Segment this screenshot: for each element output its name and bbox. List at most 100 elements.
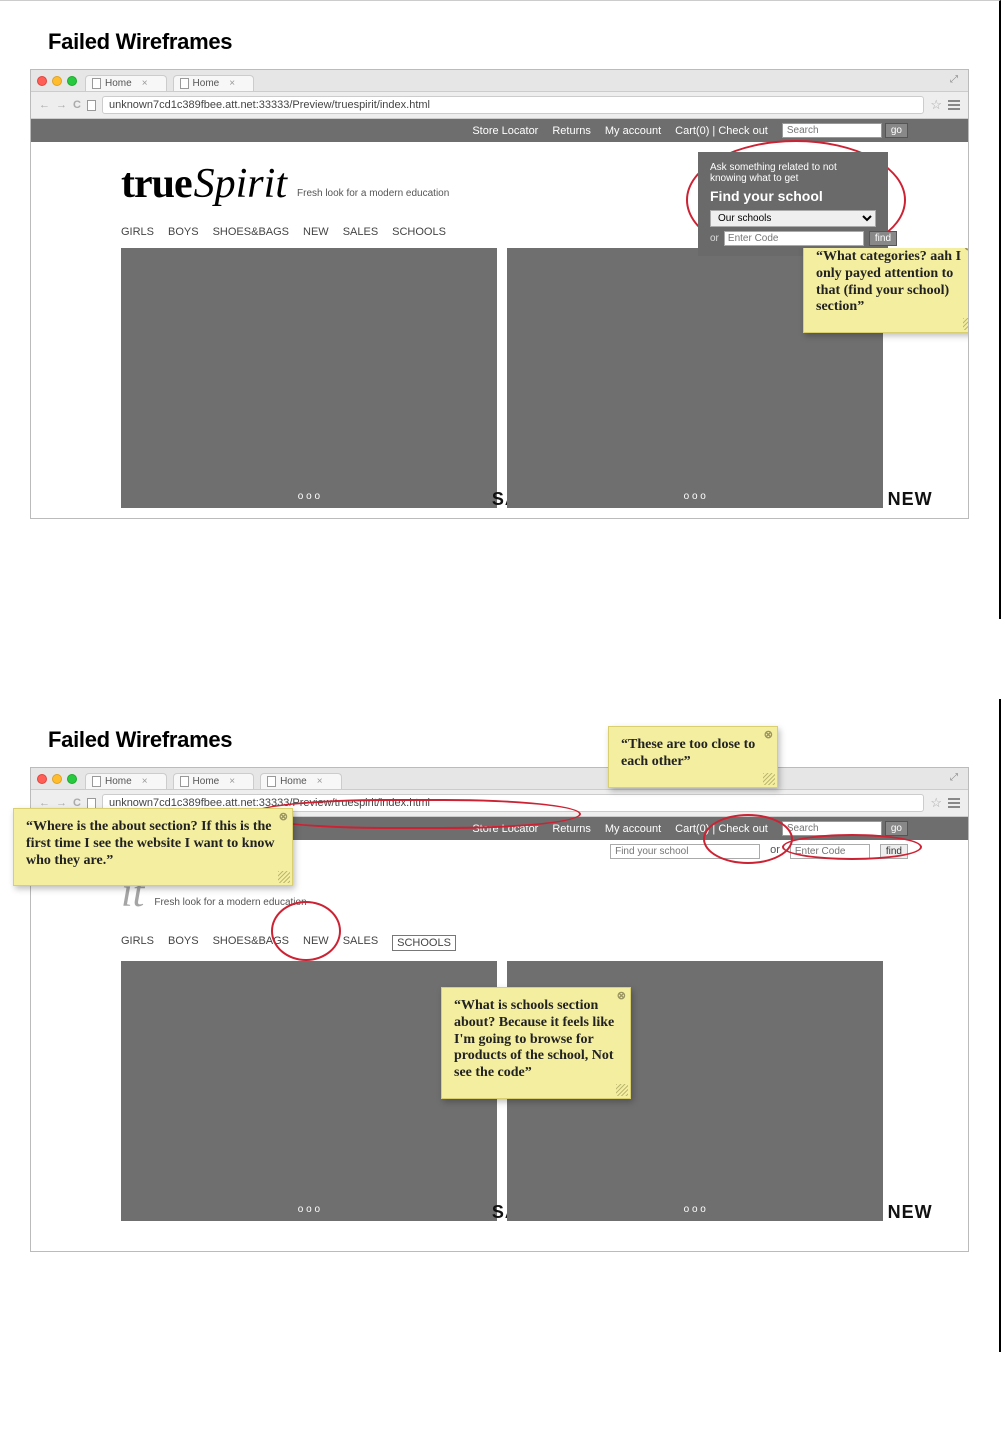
nav-item[interactable]: SHOES&BAGS <box>213 935 289 951</box>
find-button[interactable]: find <box>869 231 897 246</box>
nav-item[interactable]: SALES <box>343 226 378 238</box>
search-input[interactable] <box>782 821 882 836</box>
or-label: or <box>770 844 780 859</box>
carousel-dots[interactable]: o o o <box>298 491 320 502</box>
close-icon[interactable]: ⊗ <box>964 248 968 254</box>
sticky-text: “What is schools section about? Because … <box>454 998 614 1080</box>
find-school-title: Find your school <box>710 188 876 204</box>
browser-titlebar: Home× Home× Home× ⤢ <box>31 768 968 790</box>
window-controls[interactable] <box>37 774 77 784</box>
zoom-icon[interactable] <box>67 774 77 784</box>
util-link[interactable]: Store Locator <box>472 823 538 835</box>
zoom-icon[interactable] <box>67 76 77 86</box>
hero-row: o o o SALES o o o NEW ⊗ “What categories… <box>31 248 968 518</box>
nav-item-schools[interactable]: SCHOOLS <box>392 935 456 951</box>
search-go-button[interactable]: go <box>885 821 908 836</box>
resize-handle-icon[interactable] <box>763 773 775 785</box>
util-link[interactable]: Store Locator <box>472 125 538 137</box>
sticky-text: “These are too close to each other” <box>621 737 755 769</box>
find-school-input[interactable] <box>610 844 760 859</box>
forward-icon[interactable]: → <box>56 99 67 111</box>
bookmark-icon[interactable]: ☆ <box>930 97 942 113</box>
nav-item[interactable]: GIRLS <box>121 935 154 951</box>
util-link[interactable]: Returns <box>552 823 591 835</box>
browser-window-2: ⊗ “These are too close to each other” ⊗ … <box>30 767 969 1252</box>
page-icon <box>180 78 189 89</box>
school-dropdown[interactable]: Our schools <box>710 210 876 227</box>
sticky-note-about[interactable]: ⊗ “Where is the about section? If this i… <box>13 808 293 886</box>
util-link[interactable]: Cart(0) | Check out <box>675 125 768 137</box>
search-go-button[interactable]: go <box>885 123 908 138</box>
resize-handle-icon[interactable] <box>963 318 968 330</box>
nav-item[interactable]: BOYS <box>168 935 199 951</box>
nav-item[interactable]: BOYS <box>168 226 199 238</box>
bookmark-icon[interactable]: ☆ <box>930 795 942 811</box>
close-icon[interactable]: ⊗ <box>617 990 626 1003</box>
browser-tab[interactable]: Home× <box>173 773 255 789</box>
hero-label: NEW <box>888 1202 933 1223</box>
tab-close-icon[interactable]: × <box>229 78 235 89</box>
page-icon <box>92 78 101 89</box>
carousel-dots[interactable]: o o o <box>298 1204 320 1215</box>
tagline: Fresh look for a modern education <box>154 897 306 908</box>
browser-tab[interactable]: Home× <box>85 75 167 91</box>
browser-tab[interactable]: Home× <box>260 773 342 789</box>
slide-title: Failed Wireframes <box>48 727 969 753</box>
carousel-dots[interactable]: o o o <box>684 491 706 502</box>
minimize-icon[interactable] <box>52 76 62 86</box>
sticky-text: “Where is the about section? If this is … <box>26 819 274 868</box>
search-form: go <box>782 821 908 836</box>
close-icon[interactable] <box>37 76 47 86</box>
nav-item[interactable]: NEW <box>303 935 329 951</box>
nav-item[interactable]: GIRLS <box>121 226 154 238</box>
close-icon[interactable]: ⊗ <box>279 811 288 824</box>
address-input[interactable] <box>102 96 924 114</box>
resize-handle-icon[interactable] <box>278 871 290 883</box>
hero-image: o o o SALES <box>121 248 497 508</box>
site-logo[interactable]: trueSpirit <box>121 160 287 208</box>
minimize-icon[interactable] <box>52 774 62 784</box>
browser-window-1: Home× Home× ⤢ ← → C ☆ Store Locator Retu… <box>30 69 969 519</box>
util-link[interactable]: My account <box>605 125 661 137</box>
back-icon[interactable]: ← <box>39 99 50 111</box>
window-controls[interactable] <box>37 76 77 86</box>
fullscreen-icon[interactable]: ⤢ <box>950 74 962 86</box>
school-code-input[interactable] <box>724 231 864 246</box>
close-icon[interactable]: ⊗ <box>764 729 773 742</box>
school-code-input[interactable] <box>790 844 870 859</box>
find-school-callout: Ask something related to not knowing wha… <box>698 152 888 256</box>
or-label: or <box>710 233 719 244</box>
nav-item[interactable]: SALES <box>343 935 378 951</box>
sticky-note[interactable]: ⊗ “What categories? aah I only payed att… <box>803 248 968 333</box>
search-input[interactable] <box>782 123 882 138</box>
page-icon <box>267 776 276 787</box>
browser-tab[interactable]: Home× <box>173 75 255 91</box>
nav-item[interactable]: SCHOOLS <box>392 226 446 238</box>
tab-close-icon[interactable]: × <box>317 776 323 787</box>
find-school-hint: Ask something related to not knowing wha… <box>710 162 876 184</box>
find-button[interactable]: find <box>880 844 908 859</box>
page-icon <box>87 100 96 111</box>
slide-title: Failed Wireframes <box>48 29 969 55</box>
carousel-dots[interactable]: o o o <box>684 1204 706 1215</box>
fullscreen-icon[interactable]: ⤢ <box>950 772 962 784</box>
util-link[interactable]: Returns <box>552 125 591 137</box>
util-link[interactable]: My account <box>605 823 661 835</box>
nav-item[interactable]: NEW <box>303 226 329 238</box>
util-link[interactable]: Cart(0) | Check out <box>675 823 768 835</box>
page-icon <box>87 798 96 809</box>
browser-titlebar: Home× Home× ⤢ <box>31 70 968 92</box>
close-icon[interactable] <box>37 774 47 784</box>
reload-icon[interactable]: C <box>73 99 81 111</box>
tab-close-icon[interactable]: × <box>142 78 148 89</box>
sticky-note-schools[interactable]: ⊗ “What is schools section about? Becaus… <box>441 987 631 1099</box>
resize-handle-icon[interactable] <box>616 1084 628 1096</box>
sticky-note-tooclose[interactable]: ⊗ “These are too close to each other” <box>608 726 778 788</box>
hamburger-icon[interactable] <box>948 100 960 110</box>
tab-close-icon[interactable]: × <box>142 776 148 787</box>
nav-item[interactable]: SHOES&BAGS <box>213 226 289 238</box>
primary-nav: GIRLS BOYS SHOES&BAGS NEW SALES SCHOOLS <box>31 925 968 961</box>
hamburger-icon[interactable] <box>948 798 960 808</box>
tab-close-icon[interactable]: × <box>229 776 235 787</box>
browser-tab[interactable]: Home× <box>85 773 167 789</box>
